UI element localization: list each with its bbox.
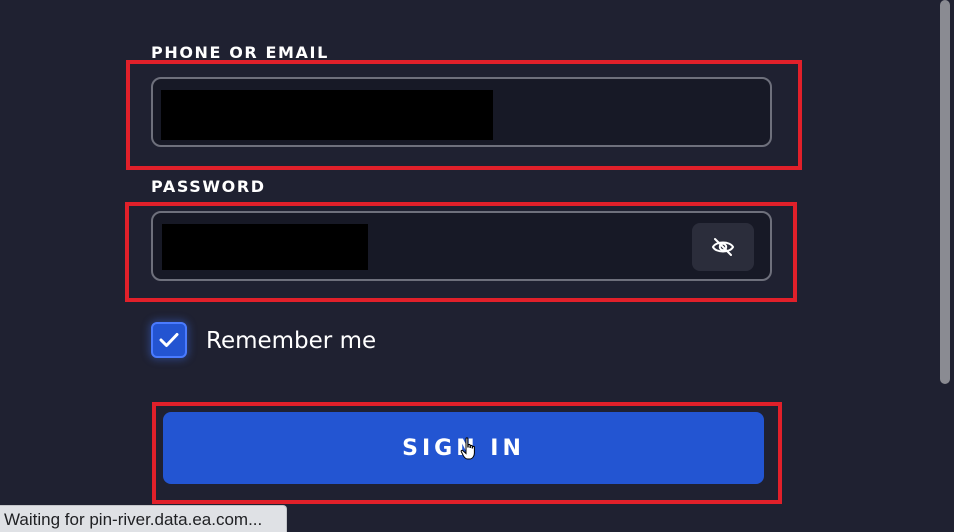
email-label: PHONE OR EMAIL xyxy=(151,43,329,62)
remember-me-label[interactable]: Remember me xyxy=(206,326,376,356)
checkmark-icon xyxy=(159,333,179,347)
eye-slash-icon xyxy=(711,238,735,256)
show-password-button[interactable] xyxy=(692,223,754,271)
redacted-password-value xyxy=(162,224,368,270)
password-input[interactable] xyxy=(151,211,772,281)
password-label: PASSWORD xyxy=(151,177,266,196)
login-page: PHONE OR EMAIL PASSWORD Remember me SIGN… xyxy=(0,0,954,532)
email-input[interactable] xyxy=(151,77,772,147)
hand-pointer-icon xyxy=(460,437,475,460)
remember-me-checkbox[interactable] xyxy=(151,322,187,358)
browser-status-bar: Waiting for pin-river.data.ea.com... xyxy=(0,505,288,532)
redacted-email-value xyxy=(161,90,493,140)
scrollbar-thumb[interactable] xyxy=(940,0,950,384)
